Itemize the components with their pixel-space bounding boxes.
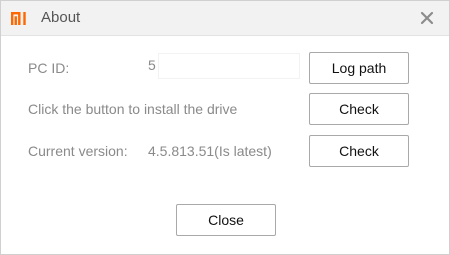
- close-icon[interactable]: [420, 11, 434, 25]
- xiaomi-logo: [11, 12, 26, 25]
- title-bar: About: [1, 1, 449, 36]
- close-button[interactable]: Close: [176, 204, 276, 236]
- window-title: About: [41, 9, 81, 26]
- version-check-button[interactable]: Check: [309, 135, 409, 167]
- log-path-button[interactable]: Log path: [309, 52, 409, 84]
- current-version-label: Current version:: [28, 143, 128, 159]
- about-dialog: About PC ID: 5 Log path Click the button…: [0, 0, 450, 255]
- pc-id-redaction: [158, 53, 300, 79]
- driver-check-button[interactable]: Check: [309, 93, 409, 125]
- pc-id-label: PC ID:: [28, 60, 70, 76]
- pc-id-value: 5: [148, 57, 156, 73]
- driver-install-label: Click the button to install the drive: [28, 101, 238, 117]
- current-version-value: 4.5.813.51(Is latest): [148, 143, 272, 159]
